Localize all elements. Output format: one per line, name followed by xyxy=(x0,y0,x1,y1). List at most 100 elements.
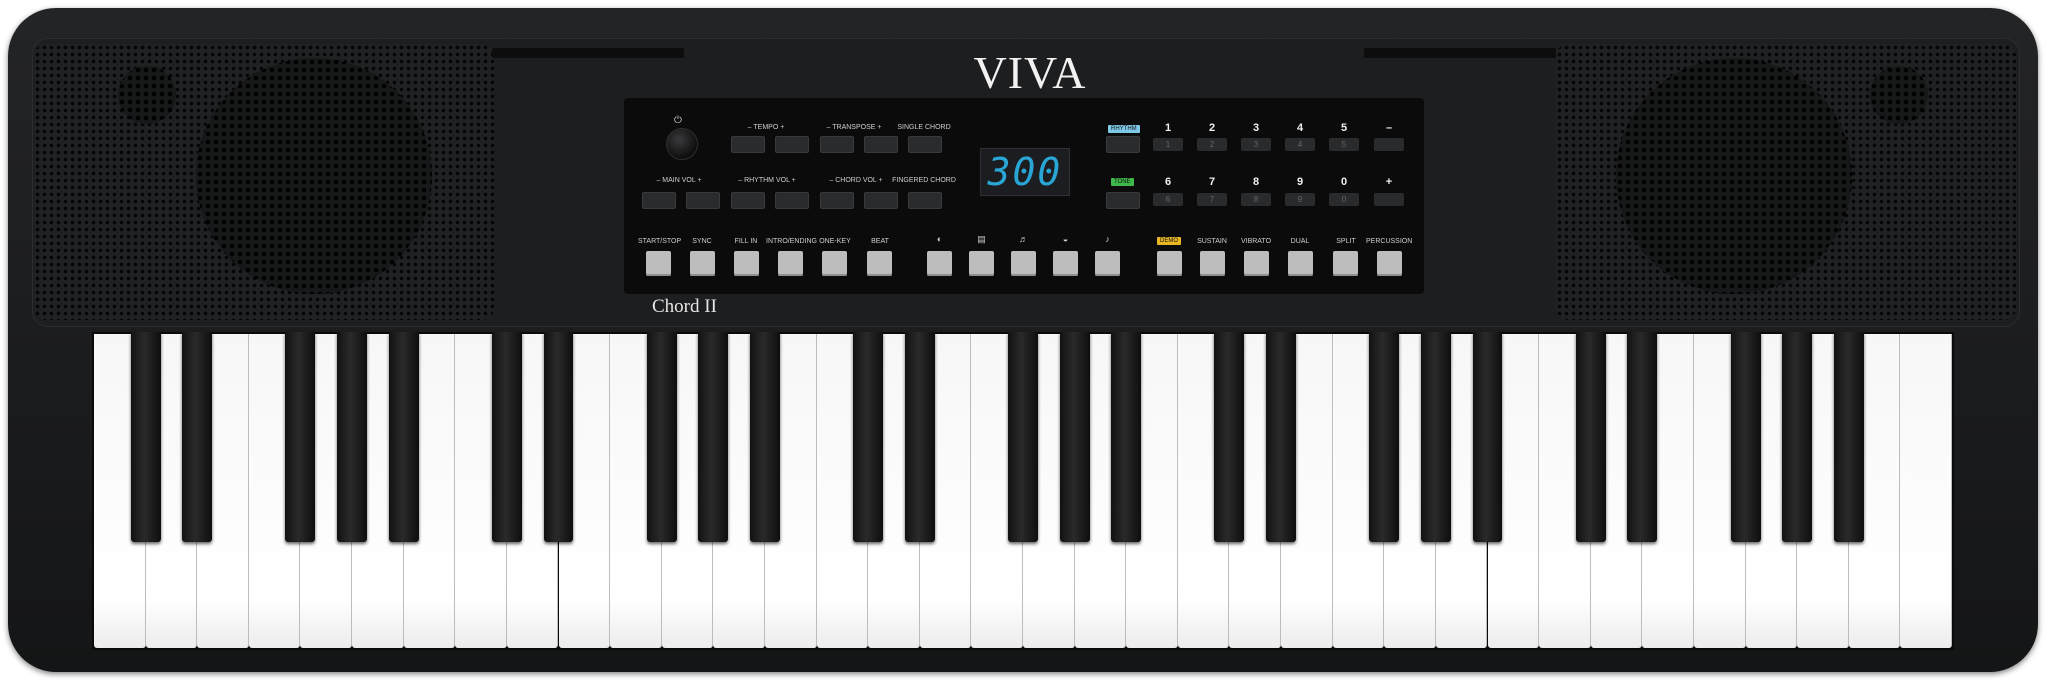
fingered-chord-label: FINGERED CHORD xyxy=(892,177,956,184)
black-key[interactable] xyxy=(1420,332,1451,542)
rhythm-vol-minus-button[interactable] xyxy=(731,192,765,209)
guitar-icon: ♬ xyxy=(1019,234,1028,244)
number-button-6[interactable]: 6 xyxy=(1153,193,1183,206)
number-label-3: 3 xyxy=(1252,122,1260,134)
transpose-plus-button[interactable] xyxy=(864,136,898,153)
voice-piano-button[interactable] xyxy=(927,251,952,276)
brand-logo: VIVA xyxy=(973,47,1087,98)
one-key-label: ONE-KEY xyxy=(819,238,851,245)
rhythm-mode-button[interactable] xyxy=(1106,136,1140,153)
start-stop-label: START/STOP xyxy=(638,238,682,245)
beat-label: BEAT xyxy=(871,238,889,245)
fill-in-button[interactable] xyxy=(734,251,759,276)
chord-vol-label: – CHORD VOL + xyxy=(829,177,883,184)
rhythm-vol-plus-button[interactable] xyxy=(775,192,809,209)
black-key[interactable] xyxy=(1472,332,1503,542)
tempo-minus-button[interactable] xyxy=(731,136,765,153)
percussion-label: PERCUSSION xyxy=(1366,238,1413,245)
number-button-7[interactable]: 7 xyxy=(1197,193,1227,206)
start-stop-button[interactable] xyxy=(646,251,671,276)
chord-vol-plus-button[interactable] xyxy=(864,192,898,209)
black-key[interactable] xyxy=(1008,332,1038,542)
main-vol-minus-button[interactable] xyxy=(642,192,676,209)
one-key-button[interactable] xyxy=(822,251,847,276)
number-button-2[interactable]: 2 xyxy=(1197,138,1227,151)
number-button-1[interactable]: 1 xyxy=(1153,138,1183,151)
demo-button[interactable] xyxy=(1157,251,1182,276)
single-chord-button[interactable] xyxy=(908,136,942,153)
brass-icon: ♪ xyxy=(1105,234,1110,244)
black-key[interactable] xyxy=(285,332,316,542)
sustain-button[interactable] xyxy=(1200,251,1225,276)
left-tweeter xyxy=(118,66,176,124)
piano-icon: ◐ xyxy=(936,234,943,244)
transpose-minus-button[interactable] xyxy=(820,136,854,153)
black-key[interactable] xyxy=(1059,332,1090,542)
number-label-2: 2 xyxy=(1208,122,1216,134)
black-key[interactable] xyxy=(1833,332,1864,542)
organ-icon: ▤ xyxy=(977,234,986,244)
fingered-chord-button[interactable] xyxy=(908,192,942,209)
black-key[interactable] xyxy=(904,332,935,542)
sustain-label: SUSTAIN xyxy=(1197,238,1227,245)
black-key[interactable] xyxy=(130,332,161,542)
music-rest-slot-left xyxy=(492,48,684,58)
main-vol-plus-button[interactable] xyxy=(686,192,720,209)
white-key[interactable] xyxy=(1900,334,1952,648)
number-button-9[interactable]: 9 xyxy=(1285,193,1315,206)
number-label-6: 6 xyxy=(1164,176,1172,188)
black-key[interactable] xyxy=(1369,332,1400,542)
number-label-7: 7 xyxy=(1208,176,1216,188)
right-speaker xyxy=(1616,58,1852,294)
black-key[interactable] xyxy=(698,332,729,542)
voice-guitar-button[interactable] xyxy=(1011,251,1036,276)
rhythm-vol-label: – RHYTHM VOL + xyxy=(738,177,796,184)
number-button-8[interactable]: 8 xyxy=(1241,193,1271,206)
vibrato-button[interactable] xyxy=(1244,251,1269,276)
black-key[interactable] xyxy=(853,332,884,542)
number-button-plus[interactable] xyxy=(1374,193,1404,206)
number-button-5[interactable]: 5 xyxy=(1329,138,1359,151)
chord-vol-minus-button[interactable] xyxy=(820,192,854,209)
tempo-plus-button[interactable] xyxy=(775,136,809,153)
beat-button[interactable] xyxy=(867,251,892,276)
number-button-3[interactable]: 3 xyxy=(1241,138,1271,151)
right-tweeter xyxy=(1870,66,1928,124)
number-label-1: 1 xyxy=(1164,122,1172,134)
voice-strings-button[interactable] xyxy=(1053,251,1078,276)
power-knob[interactable] xyxy=(666,128,698,160)
black-key[interactable] xyxy=(646,332,677,542)
sync-button[interactable] xyxy=(690,251,715,276)
black-key[interactable] xyxy=(749,332,780,542)
tempo-label: – TEMPO + xyxy=(747,124,785,131)
black-key[interactable] xyxy=(388,332,419,542)
number-button-0[interactable]: 0 xyxy=(1329,193,1359,206)
sync-label: SYNC xyxy=(692,238,712,245)
black-key[interactable] xyxy=(1782,332,1813,542)
voice-brass-button[interactable] xyxy=(1095,251,1120,276)
voice-organ-button[interactable] xyxy=(969,251,994,276)
percussion-button[interactable] xyxy=(1377,251,1402,276)
black-key[interactable] xyxy=(491,332,522,542)
split-button[interactable] xyxy=(1333,251,1358,276)
number-button-minus[interactable] xyxy=(1374,138,1404,151)
dual-button[interactable] xyxy=(1288,251,1313,276)
black-key[interactable] xyxy=(543,332,574,542)
number-label-minus: – xyxy=(1385,122,1393,134)
black-key[interactable] xyxy=(1111,332,1142,542)
black-key[interactable] xyxy=(1627,332,1658,542)
intro-ending-label: INTRO/ENDING xyxy=(766,238,817,245)
intro-ending-button[interactable] xyxy=(778,251,803,276)
black-key[interactable] xyxy=(182,332,213,542)
main-vol-label: – MAIN VOL + xyxy=(656,177,702,184)
number-button-4[interactable]: 4 xyxy=(1285,138,1315,151)
black-key[interactable] xyxy=(1214,332,1245,542)
dual-label: DUAL xyxy=(1290,238,1310,245)
black-key[interactable] xyxy=(1575,332,1606,542)
black-key[interactable] xyxy=(1730,332,1761,542)
lcd-display: 300 xyxy=(980,148,1070,196)
tone-mode-badge: TONE xyxy=(1111,178,1134,186)
black-key[interactable] xyxy=(337,332,367,542)
tone-mode-button[interactable] xyxy=(1106,192,1140,209)
black-key[interactable] xyxy=(1266,332,1296,542)
